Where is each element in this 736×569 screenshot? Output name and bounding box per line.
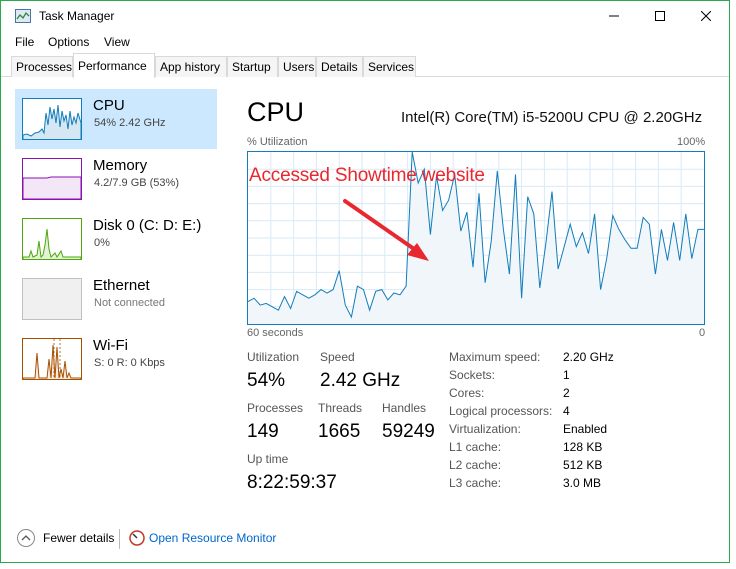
close-icon	[701, 11, 711, 21]
spec-label: L2 cache:	[449, 458, 502, 472]
cpu-model: Intel(R) Core(TM) i5-5200U CPU @ 2.20GHz	[401, 109, 703, 126]
spec-value: 128 KB	[563, 440, 603, 454]
graph-time-label: 60 seconds	[247, 327, 304, 339]
processes-label: Processes	[247, 401, 304, 415]
minimize-button[interactable]	[591, 1, 637, 31]
maximize-icon	[655, 11, 665, 21]
maximize-button[interactable]	[637, 1, 683, 31]
processes-value: 149	[247, 421, 279, 442]
minimize-icon	[609, 15, 619, 17]
page-title: CPU	[247, 97, 305, 127]
annotation-arrow-icon	[343, 199, 429, 261]
spec-value: 1	[563, 368, 570, 382]
close-button[interactable]	[683, 1, 729, 31]
sidebar-item-label: Memory	[93, 157, 148, 174]
window-title: Task Manager	[39, 9, 115, 23]
footer: Fewer details Open Resource Monitor	[1, 519, 729, 559]
task-manager-icon	[15, 9, 31, 23]
sidebar-item-value: 54% 2.42 GHz	[94, 117, 166, 129]
sidebar-item-wifi[interactable]: Wi-Fi S: 0 R: 0 Kbps	[15, 329, 217, 389]
sidebar-item-value: Not connected	[94, 297, 165, 309]
handles-label: Handles	[382, 401, 427, 415]
spec-label: Cores:	[449, 386, 485, 400]
tab-users[interactable]: Users	[278, 56, 316, 77]
spec-label: Virtualization:	[449, 422, 521, 436]
threads-label: Threads	[318, 401, 363, 415]
sidebar-item-cpu[interactable]: CPU 54% 2.42 GHz	[15, 89, 217, 149]
fewer-details-button[interactable]: Fewer details	[43, 531, 114, 545]
sidebar-item-label: Disk 0 (C: D: E:)	[93, 217, 202, 234]
spec-label: Maximum speed:	[449, 350, 541, 364]
wifi-thumbnail	[22, 338, 82, 380]
speed-value: 2.42 GHz	[320, 370, 401, 391]
sidebar-item-disk[interactable]: Disk 0 (C: D: E:) 0%	[15, 209, 217, 269]
spec-label: L3 cache:	[449, 476, 502, 490]
uptime-value: 8:22:59:37	[247, 472, 337, 493]
spec-value: 4	[563, 404, 570, 418]
spec-label: Sockets:	[449, 368, 496, 382]
tab-app-history[interactable]: App history	[155, 56, 227, 77]
threads-value: 1665	[318, 421, 361, 442]
sidebar-item-value: 4.2/7.9 GB (53%)	[94, 177, 179, 189]
spec-value: 512 KB	[563, 458, 603, 472]
menu-file[interactable]: File	[15, 35, 34, 49]
graph-y-max: 100%	[677, 136, 706, 148]
menu-options[interactable]: Options	[48, 35, 89, 49]
sidebar-item-label: CPU	[93, 97, 125, 114]
tab-details[interactable]: Details	[316, 56, 363, 77]
ethernet-thumbnail	[22, 278, 82, 320]
tab-performance[interactable]: Performance	[73, 53, 155, 78]
uptime-label: Up time	[247, 452, 289, 466]
sidebar-item-ethernet[interactable]: Ethernet Not connected	[15, 269, 217, 329]
menu-bar: File Options View	[1, 31, 729, 53]
sidebar-item-label: Ethernet	[93, 277, 150, 294]
task-manager-window: Task Manager File Options View Processes…	[0, 0, 730, 563]
annotation-text: Accessed Showtime website	[249, 165, 485, 186]
utilization-label: Utilization	[247, 350, 300, 364]
spec-value: 2.20 GHz	[563, 350, 614, 364]
speed-label: Speed	[320, 350, 355, 364]
tab-services[interactable]: Services	[363, 56, 416, 77]
sidebar-item-value: S: 0 R: 0 Kbps	[94, 357, 165, 369]
tab-bar: Processes Performance App history Startu…	[1, 53, 729, 78]
spec-value: Enabled	[563, 422, 608, 436]
title-bar[interactable]: Task Manager	[1, 1, 729, 31]
sidebar-item-memory[interactable]: Memory 4.2/7.9 GB (53%)	[15, 149, 217, 209]
tab-startup[interactable]: Startup	[227, 56, 278, 77]
spec-value: 3.0 MB	[563, 476, 602, 490]
open-resource-monitor-link[interactable]: Open Resource Monitor	[149, 531, 276, 545]
spec-value: 2	[563, 386, 570, 400]
memory-thumbnail	[22, 158, 82, 200]
disk-thumbnail	[22, 218, 82, 260]
sidebar-item-label: Wi-Fi	[93, 337, 128, 354]
spec-label: L1 cache:	[449, 440, 502, 454]
sidebar-item-value: 0%	[94, 237, 110, 249]
cpu-thumbnail	[22, 98, 82, 140]
graph-y-min: 0	[699, 327, 706, 339]
handles-value: 59249	[382, 421, 435, 442]
chevron-up-icon[interactable]	[17, 529, 35, 547]
menu-view[interactable]: View	[104, 35, 130, 49]
graph-y-label: % Utilization	[247, 136, 308, 148]
resource-monitor-icon[interactable]	[129, 530, 145, 546]
footer-divider	[119, 529, 120, 549]
utilization-value: 54%	[247, 370, 286, 391]
spec-label: Logical processors:	[449, 404, 553, 418]
tab-processes[interactable]: Processes	[11, 56, 73, 77]
